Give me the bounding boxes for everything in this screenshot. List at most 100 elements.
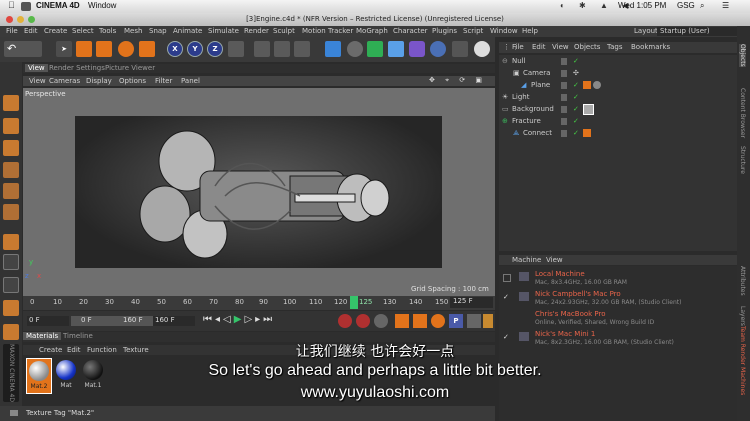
tab-render-settings[interactable]: Render Settings — [49, 64, 105, 72]
search-icon[interactable]: ⌕ — [700, 1, 704, 11]
timeline-ruler[interactable]: 0 10 20 30 40 50 60 70 80 90 100 110 120… — [23, 296, 495, 310]
object-name[interactable]: Connect — [523, 129, 552, 137]
vp-menu-filter[interactable]: Filter — [155, 77, 172, 85]
visibility-toggle[interactable] — [561, 106, 567, 113]
tab-layers[interactable]: Layers — [739, 306, 746, 326]
object-name[interactable]: Camera — [523, 69, 550, 77]
window-menu[interactable]: Window — [88, 1, 116, 10]
object-name[interactable]: Fracture — [512, 117, 541, 125]
object-row-camera[interactable]: ▣ Camera ✣ — [499, 68, 737, 79]
menu-sculpt[interactable]: Sculpt — [273, 27, 295, 35]
machine-row[interactable]: Local Machine Mac, 8x3.4GHz, 16.00 GB RA… — [499, 270, 737, 288]
menu-select[interactable]: Select — [72, 27, 94, 35]
object-row-connect[interactable]: ⟁ Connect ✓ — [499, 128, 737, 139]
enabled-check-icon[interactable]: ✓ — [573, 105, 579, 113]
enabled-check-icon[interactable]: ✓ — [573, 129, 579, 137]
visibility-toggle[interactable] — [561, 130, 567, 137]
play-icon[interactable]: ▶ — [234, 314, 245, 325]
visibility-toggle[interactable] — [561, 70, 567, 77]
menu-render[interactable]: Render — [244, 27, 269, 35]
om-menu-view[interactable]: View — [552, 43, 569, 51]
go-start-icon[interactable]: ⏮ — [203, 314, 215, 325]
key-rotation-icon[interactable] — [431, 314, 445, 328]
object-name[interactable]: Light — [512, 93, 529, 101]
tr-menu-view[interactable]: View — [546, 256, 563, 264]
prev-key-icon[interactable]: ◂ — [215, 314, 223, 325]
menu-mesh[interactable]: Mesh — [124, 27, 142, 35]
vp-menu-display[interactable]: Display — [86, 77, 112, 85]
menu-animate[interactable]: Animate — [173, 27, 202, 35]
visibility-toggle[interactable] — [561, 82, 567, 89]
object-name[interactable]: Plane — [531, 81, 550, 89]
menu-character[interactable]: Character — [393, 27, 428, 35]
snap-icon[interactable] — [3, 277, 19, 293]
make-editable-icon[interactable] — [3, 95, 19, 111]
solo-icon[interactable] — [3, 324, 19, 340]
menu-script[interactable]: Script — [463, 27, 483, 35]
menu-mograph[interactable]: MoGraph — [356, 27, 388, 35]
texture-tag-icon[interactable] — [583, 81, 591, 89]
menu-edit[interactable]: Edit — [24, 27, 38, 35]
go-end-icon[interactable]: ⏭ — [263, 314, 275, 325]
edit-render-settings-icon[interactable] — [294, 41, 310, 57]
move-icon[interactable] — [76, 41, 92, 57]
object-row-background[interactable]: ▭ Background ✓ — [499, 104, 737, 115]
y-axis-icon[interactable]: Y — [187, 41, 203, 57]
vp-menu-view[interactable]: View — [29, 77, 46, 85]
render-view-icon[interactable] — [254, 41, 270, 57]
apple-icon[interactable]:  — [8, 0, 15, 10]
next-frame-icon[interactable]: ▷ — [244, 314, 255, 325]
menu-snap[interactable]: Snap — [149, 27, 167, 35]
x-axis-icon[interactable]: X — [167, 41, 183, 57]
tab-materials[interactable]: Materials — [23, 332, 62, 340]
polygons-mode-icon[interactable] — [3, 204, 19, 220]
user-name[interactable]: GSG — [677, 1, 695, 10]
app-name[interactable]: CINEMA 4D — [36, 1, 80, 10]
timeline-window-icon[interactable] — [483, 314, 493, 328]
vp-menu-cameras[interactable]: Cameras — [49, 77, 80, 85]
visibility-toggle[interactable] — [561, 58, 567, 65]
close-icon[interactable] — [6, 16, 13, 23]
tweak-icon[interactable] — [3, 254, 19, 270]
visibility-toggle[interactable] — [561, 94, 567, 101]
menu-help[interactable]: Help — [522, 27, 538, 35]
list-icon[interactable]: ☰ — [722, 1, 729, 10]
tab-view[interactable]: View — [25, 64, 48, 72]
array-icon[interactable] — [388, 41, 404, 57]
menu-tools[interactable]: Tools — [99, 27, 116, 35]
light-icon[interactable] — [474, 41, 490, 57]
texture-axis-icon[interactable] — [3, 140, 19, 156]
object-row-fracture[interactable]: ⊕ Fracture ✓ — [499, 116, 737, 127]
object-row-light[interactable]: ☀ Light ✓ — [499, 92, 737, 103]
tab-picture-viewer[interactable]: Picture Viewer — [105, 64, 155, 72]
tab-timeline[interactable]: Timeline — [63, 332, 93, 340]
prev-frame-icon[interactable]: ◁ — [223, 314, 234, 325]
workplane-icon[interactable] — [3, 300, 19, 316]
viewport[interactable]: Perspective y x z Grid Spacing : 100 cm — [23, 88, 495, 296]
enabled-check-icon[interactable]: ✓ — [573, 117, 579, 125]
tr-menu-machine[interactable]: Machine — [512, 256, 541, 264]
render-picture-viewer-icon[interactable] — [274, 41, 290, 57]
key-position-icon[interactable] — [395, 314, 409, 328]
tab-attributes[interactable]: Attributes — [739, 266, 746, 296]
menu-motion-tracker[interactable]: Motion Tracker — [302, 27, 353, 35]
zoom-icon[interactable] — [28, 16, 35, 23]
key-pla-icon[interactable] — [467, 314, 481, 328]
autokey-icon[interactable] — [356, 314, 370, 328]
enabled-check-icon[interactable]: ✓ — [573, 93, 579, 101]
machine-checkbox[interactable]: ✓ — [503, 333, 509, 341]
enabled-check-icon[interactable]: ✓ — [573, 81, 579, 89]
tab-objects[interactable]: Objects — [739, 44, 746, 67]
machine-checkbox[interactable] — [503, 274, 511, 282]
material-tag-icon[interactable] — [593, 81, 601, 89]
axis-mode-icon[interactable] — [3, 234, 19, 250]
select-arrow-icon[interactable]: ➤ — [56, 41, 72, 57]
object-row-plane[interactable]: ◢ Plane ✓ — [499, 80, 737, 91]
minimize-icon[interactable] — [17, 16, 24, 23]
camera-tag-icon[interactable]: ✣ — [573, 69, 579, 77]
machine-checkbox[interactable]: ✓ — [503, 293, 509, 301]
points-mode-icon[interactable] — [3, 162, 19, 178]
menu-plugins[interactable]: Plugins — [432, 27, 457, 35]
om-menu-edit[interactable]: Edit — [532, 43, 546, 51]
end-frame-field[interactable]: 125 F — [450, 297, 493, 308]
